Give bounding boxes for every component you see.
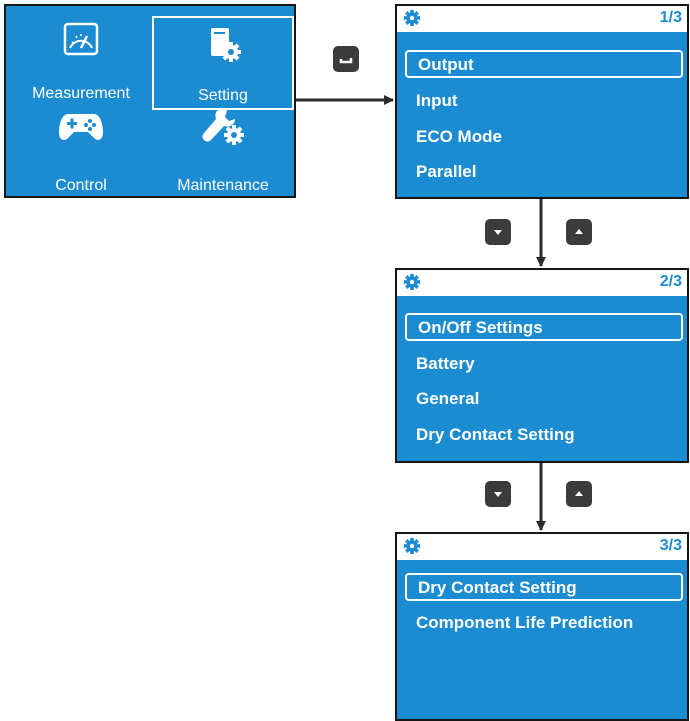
menu-label-measurement: Measurement <box>32 85 130 102</box>
menu-tile-measurement[interactable]: Measurement <box>10 12 152 106</box>
down-key[interactable] <box>485 219 511 245</box>
screen-header: 2/3 <box>397 270 687 296</box>
menu-item-battery[interactable]: Battery <box>405 351 683 379</box>
menu-item-on-off-settings[interactable]: On/Off Settings <box>405 313 683 341</box>
up-key[interactable] <box>566 481 592 507</box>
menu-item-dry-contact-setting[interactable]: Dry Contact Setting <box>405 422 683 450</box>
enter-key-icon <box>339 58 353 64</box>
down-key[interactable] <box>485 481 511 507</box>
gear-icon <box>403 9 421 27</box>
down-key-icon <box>494 492 502 497</box>
up-key[interactable] <box>566 219 592 245</box>
gauge-icon <box>63 22 99 56</box>
gear-icon <box>403 273 421 291</box>
menu-tile-setting[interactable]: Setting <box>152 16 294 110</box>
setting-screen-page-1: 1/3 Output Input ECO Mode Parallel <box>395 4 689 199</box>
menu-item-component-life-prediction[interactable]: Component Life Prediction <box>405 610 683 638</box>
wrench-gear-icon <box>202 108 244 145</box>
page-indicator: 3/3 <box>659 537 682 554</box>
page-indicator: 2/3 <box>659 273 682 290</box>
page-indicator: 1/3 <box>659 9 682 26</box>
down-key-icon <box>494 230 502 235</box>
menu-item-parallel[interactable]: Parallel <box>405 159 683 187</box>
menu-label-setting: Setting <box>198 87 248 104</box>
menu-item-output[interactable]: Output <box>405 50 683 78</box>
menu-item-general[interactable]: General <box>405 386 683 414</box>
settings-icon <box>211 28 241 62</box>
menu-label-maintenance: Maintenance <box>177 177 269 194</box>
menu-item-dry-contact-setting[interactable]: Dry Contact Setting <box>405 573 683 601</box>
menu-item-input[interactable]: Input <box>405 88 683 116</box>
setting-screen-page-2: 2/3 On/Off Settings Battery General Dry … <box>395 268 689 463</box>
up-key-icon <box>575 491 583 496</box>
menu-label-control: Control <box>55 177 107 194</box>
enter-key[interactable] <box>333 46 359 72</box>
gamepad-icon <box>59 114 103 140</box>
menu-item-eco-mode[interactable]: ECO Mode <box>405 124 683 152</box>
gear-icon <box>403 537 421 555</box>
setting-screen-page-3: 3/3 Dry Contact Setting Component Life P… <box>395 532 689 721</box>
up-key-icon <box>575 229 583 234</box>
screen-header: 1/3 <box>397 6 687 32</box>
menu-tile-maintenance[interactable]: Maintenance <box>152 104 294 198</box>
main-menu-screen: Measurement Setting Control Maintenance <box>4 4 296 198</box>
screen-header: 3/3 <box>397 534 687 560</box>
menu-tile-control[interactable]: Control <box>10 104 152 198</box>
